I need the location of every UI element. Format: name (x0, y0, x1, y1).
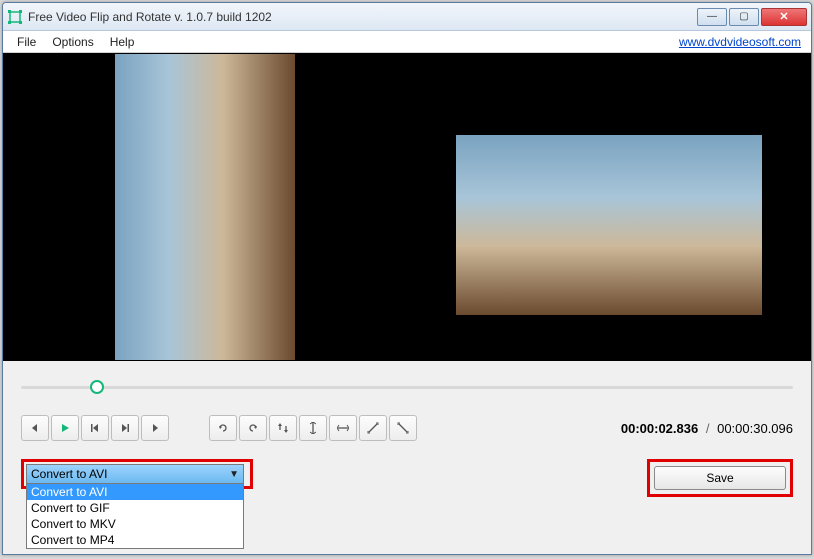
save-highlight: Save (647, 459, 793, 497)
time-current: 00:00:02.836 (621, 421, 698, 436)
menu-help[interactable]: Help (102, 33, 143, 51)
preview-area (3, 53, 811, 361)
format-combo-wrap: Convert to AVI ▼ Convert to AVI Convert … (26, 464, 248, 484)
format-option-mp4[interactable]: Convert to MP4 (27, 532, 243, 548)
close-button[interactable]: ✕ (761, 8, 807, 26)
flip-horizontal-button[interactable] (329, 415, 357, 441)
time-total: 00:00:30.096 (717, 421, 793, 436)
play-button[interactable] (51, 415, 79, 441)
format-highlight: Convert to AVI ▼ Convert to AVI Convert … (21, 459, 253, 489)
menu-options[interactable]: Options (44, 33, 101, 51)
minimize-button[interactable]: — (697, 8, 727, 26)
window-title: Free Video Flip and Rotate v. 1.0.7 buil… (28, 10, 695, 24)
format-option-mkv[interactable]: Convert to MKV (27, 516, 243, 532)
flip-diagonal1-button[interactable] (359, 415, 387, 441)
step-forward-button[interactable] (111, 415, 139, 441)
format-selected: Convert to AVI (31, 467, 107, 481)
video-frame-left (115, 54, 295, 360)
website-link[interactable]: www.dvdvideosoft.com (679, 35, 805, 49)
preview-original (3, 53, 407, 361)
preview-result (407, 53, 811, 361)
playback-group (21, 415, 169, 441)
controls-panel: 00:00:02.836 / 00:00:30.096 (3, 361, 811, 441)
chevron-down-icon: ▼ (229, 469, 239, 480)
flip-vertical-button[interactable] (299, 415, 327, 441)
time-separator: / (706, 421, 710, 436)
format-option-gif[interactable]: Convert to GIF (27, 500, 243, 516)
format-option-avi[interactable]: Convert to AVI (27, 484, 243, 500)
format-dropdown: Convert to AVI Convert to GIF Convert to… (26, 484, 244, 549)
maximize-button[interactable]: ▢ (729, 8, 759, 26)
menubar: File Options Help www.dvdvideosoft.com (3, 31, 811, 53)
flip-diagonal2-button[interactable] (389, 415, 417, 441)
save-button[interactable]: Save (654, 466, 786, 490)
timeline-knob[interactable] (90, 380, 104, 394)
rotate-cw-button[interactable] (239, 415, 267, 441)
prev-frame-button[interactable] (21, 415, 49, 441)
format-combo[interactable]: Convert to AVI ▼ (26, 464, 244, 484)
step-back-button[interactable] (81, 415, 109, 441)
timeline-slider[interactable] (21, 377, 793, 397)
menu-file[interactable]: File (9, 33, 44, 51)
rotate-ccw-button[interactable] (209, 415, 237, 441)
rotate-180-button[interactable] (269, 415, 297, 441)
time-display: 00:00:02.836 / 00:00:30.096 (621, 421, 793, 436)
app-icon (7, 9, 23, 25)
app-window: Free Video Flip and Rotate v. 1.0.7 buil… (2, 2, 812, 555)
button-row: 00:00:02.836 / 00:00:30.096 (21, 415, 793, 441)
video-frame-right (456, 135, 762, 315)
transform-group (209, 415, 417, 441)
bottom-row: Convert to AVI ▼ Convert to AVI Convert … (3, 441, 811, 497)
window-controls: — ▢ ✕ (695, 8, 807, 26)
next-frame-button[interactable] (141, 415, 169, 441)
titlebar: Free Video Flip and Rotate v. 1.0.7 buil… (3, 3, 811, 31)
